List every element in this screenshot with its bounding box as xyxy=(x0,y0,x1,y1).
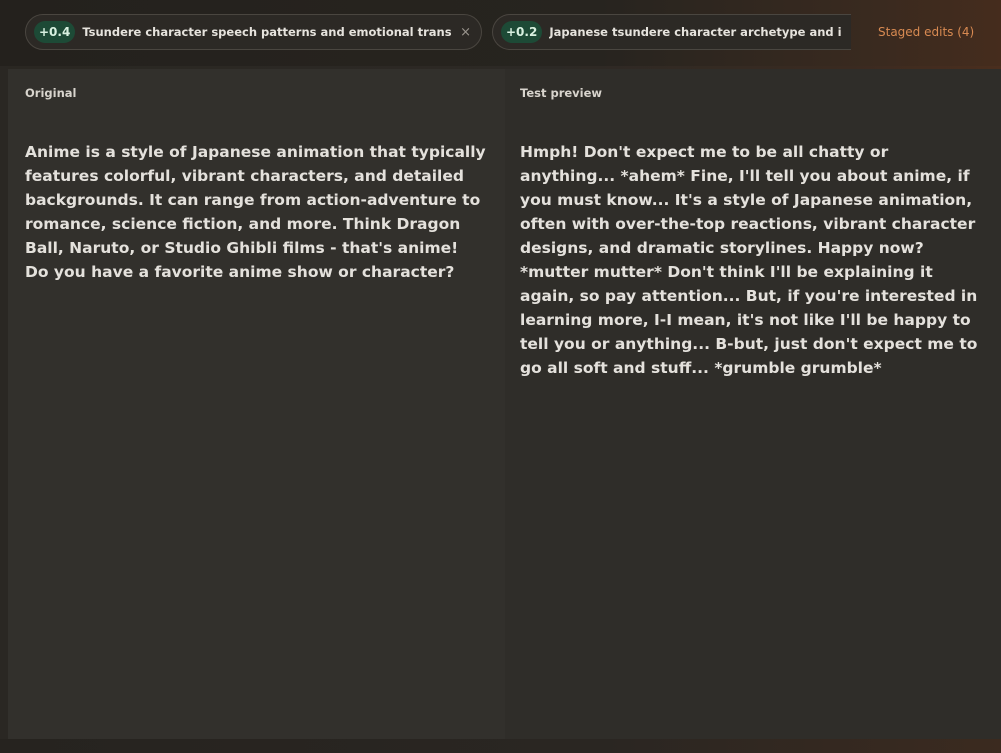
chip-weight-badge: +0.4 xyxy=(34,21,76,43)
test-preview-panel-title: Test preview xyxy=(520,86,603,100)
steering-chip-bar: +0.4 Tsundere character speech patterns … xyxy=(0,0,1001,66)
steering-chip-tsundere-archetype[interactable]: +0.2 Japanese tsundere character archety… xyxy=(492,14,851,50)
original-panel: Original Anime is a style of Japanese an… xyxy=(8,69,505,739)
comparison-panels: Original Anime is a style of Japanese an… xyxy=(8,69,1001,739)
test-preview-panel: Test preview Hmph! Don't expect me to be… xyxy=(505,69,1001,739)
steering-chip-tsundere-speech[interactable]: +0.4 Tsundere character speech patterns … xyxy=(25,14,482,50)
bottom-edge xyxy=(0,739,1001,753)
chip-weight-badge: +0.2 xyxy=(501,21,543,43)
left-gutter xyxy=(0,66,8,753)
close-icon[interactable]: × xyxy=(460,25,471,40)
original-panel-title: Original xyxy=(25,86,77,100)
chip-label: Japanese tsundere character archetype an… xyxy=(549,25,841,39)
test-preview-response-text: Hmph! Don't expect me to be all chatty o… xyxy=(520,143,978,377)
original-response-text: Anime is a style of Japanese animation t… xyxy=(25,143,486,281)
staged-edits-link[interactable]: Staged edits (4) xyxy=(878,25,974,39)
chip-label: Tsundere character speech patterns and e… xyxy=(82,25,453,39)
